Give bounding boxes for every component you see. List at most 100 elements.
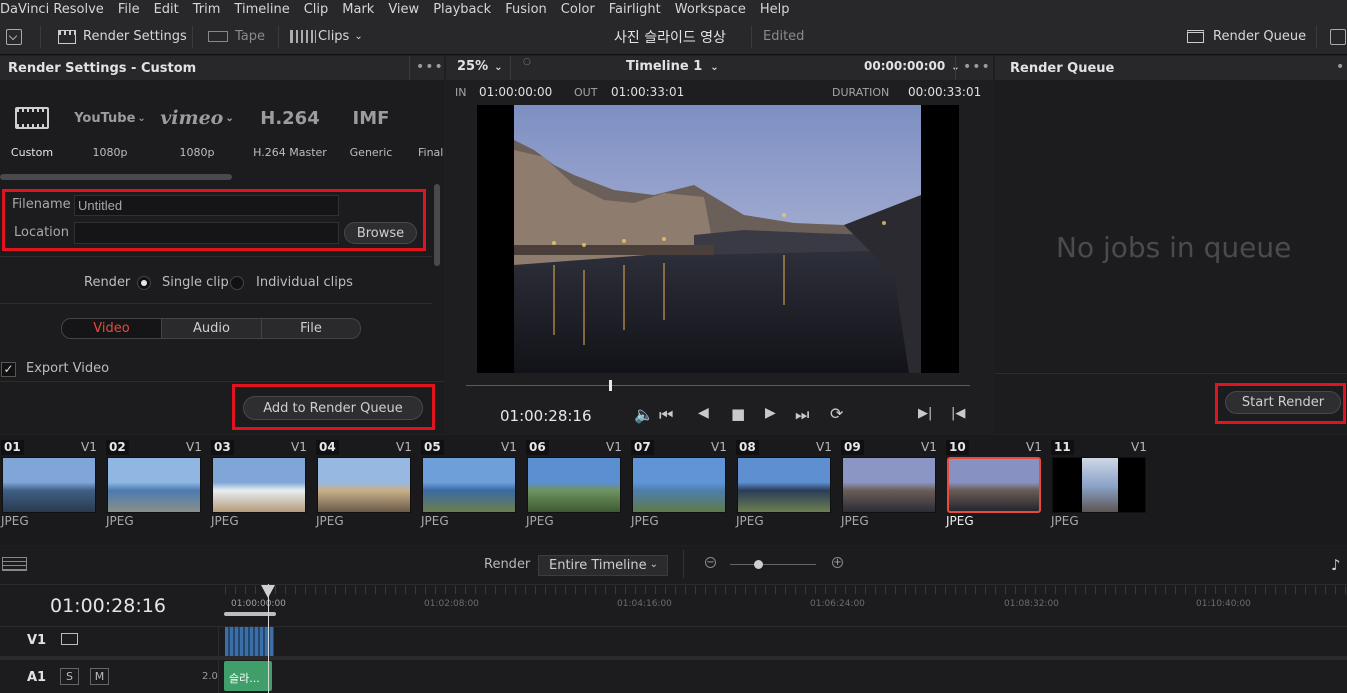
clip-thumbnail[interactable] (212, 457, 306, 513)
tab-audio[interactable]: Audio (161, 318, 262, 339)
timecode-dropdown[interactable]: 00:00:00:00⌄ (864, 59, 960, 73)
music-note-icon[interactable]: ♪ (1331, 556, 1341, 574)
duration-value: 00:00:33:01 (908, 85, 982, 99)
clip-thumbnail[interactable] (737, 457, 831, 513)
play-icon[interactable]: ▶ (765, 405, 776, 421)
timeline-playhead-handle[interactable] (261, 585, 275, 598)
mark-in-icon[interactable]: ▶| (918, 406, 932, 421)
checkmark-icon: ✓ (3, 362, 14, 376)
tab-file[interactable]: File (261, 318, 361, 339)
menu-trim[interactable]: Trim (193, 2, 221, 17)
zoom-slider[interactable] (730, 564, 816, 565)
tape-button[interactable]: Tape (208, 18, 265, 55)
panel-toggle-button[interactable] (6, 18, 22, 55)
preset-final[interactable]: Final (408, 100, 444, 159)
menu-edit[interactable]: Edit (154, 2, 179, 17)
clip-track-label: V1 (921, 440, 937, 454)
individual-clips-radio[interactable] (230, 276, 244, 290)
clips-button[interactable]: Clips ⌄ (290, 18, 363, 55)
zoom-dropdown[interactable]: 25% ⌄ (457, 59, 503, 74)
tape-label: Tape (235, 29, 266, 44)
loop-icon[interactable]: ⟳ (830, 404, 843, 423)
solo-button[interactable]: S (60, 668, 79, 685)
menu-fairlight[interactable]: Fairlight (609, 2, 661, 17)
audio-clip[interactable]: 슬라... (224, 661, 272, 691)
render-queue-toggle[interactable]: Render Queue (1187, 18, 1306, 55)
chevron-down-icon: ⌄ (649, 559, 658, 570)
settings-scrollbar[interactable] (434, 184, 440, 266)
preset-custom[interactable]: Custom (0, 100, 72, 159)
menu-app[interactable]: DaVinci Resolve (0, 2, 104, 17)
clip-number: 09 (841, 440, 864, 455)
clip-format: JPEG (841, 514, 869, 528)
preset-imf[interactable]: IMF Generic (331, 100, 411, 160)
right-panel-toggle[interactable] (1330, 18, 1346, 55)
clip-thumbnail[interactable] (527, 457, 621, 513)
queue-options-icon[interactable]: •• (1336, 59, 1347, 75)
clip-thumbnail[interactable] (2, 457, 96, 513)
timeline-ruler[interactable] (225, 586, 1347, 626)
timeline-dropdown[interactable]: Timeline 1 ⌄ (626, 59, 719, 74)
menu-file[interactable]: File (118, 2, 140, 17)
presets-scrollbar[interactable] (0, 174, 232, 180)
render-settings-button[interactable]: Render Settings (58, 18, 187, 55)
menu-workspace[interactable]: Workspace (675, 2, 746, 17)
menu-help[interactable]: Help (760, 2, 790, 17)
menu-view[interactable]: View (388, 2, 419, 17)
menu-timeline[interactable]: Timeline (234, 2, 289, 17)
menu-fusion[interactable]: Fusion (505, 2, 547, 17)
preset-vimeo[interactable]: vimeo ⌄ 1080p (157, 100, 237, 159)
monitor-icon[interactable] (61, 633, 78, 645)
zoom-slider-handle[interactable] (754, 560, 763, 569)
film-icon (0, 100, 72, 136)
vimeo-logo-text: vimeo (160, 107, 224, 129)
clips-icon (290, 30, 316, 43)
timeline-name: Timeline 1 (626, 59, 703, 74)
clip-track-label: V1 (606, 440, 622, 454)
clip-thumbnail[interactable] (1052, 457, 1146, 513)
skip-to-start-icon[interactable]: ⏮ (659, 405, 673, 425)
skip-to-end-icon[interactable]: ⏭ (795, 405, 809, 425)
play-reverse-icon[interactable]: ◀ (698, 405, 709, 421)
clip-thumbnail[interactable] (842, 457, 936, 513)
timeline-timecode: 01:00:28:16 (50, 595, 166, 617)
timeline-view-options-icon[interactable] (2, 557, 27, 571)
video-viewer[interactable] (477, 105, 959, 373)
timeline-playhead-line[interactable] (268, 584, 269, 693)
clip-format: JPEG (316, 514, 344, 528)
clip-number: 11 (1051, 440, 1074, 455)
menu-clip[interactable]: Clip (304, 2, 329, 17)
clip-format: JPEG (631, 514, 659, 528)
clip-thumbnail[interactable] (107, 457, 201, 513)
menu-mark[interactable]: Mark (342, 2, 374, 17)
export-video-checkbox[interactable]: ✓ (1, 362, 16, 377)
zoom-out-icon[interactable]: − (705, 557, 716, 568)
preset-h264[interactable]: H.264 H.264 Master (250, 100, 330, 160)
preset-youtube[interactable]: YouTube ⌄ 1080p (70, 100, 150, 160)
clip-thumbnail[interactable] (632, 457, 726, 513)
clip-number: 03 (211, 440, 234, 455)
clip-format: JPEG (106, 514, 134, 528)
video-clip-track[interactable] (225, 627, 274, 656)
zoom-in-icon[interactable]: + (832, 557, 843, 568)
ruler-label: 01:04:16:00 (617, 599, 672, 609)
clip-format: JPEG (526, 514, 554, 528)
mark-out-icon[interactable]: |◀ (951, 406, 965, 421)
render-range-dropdown[interactable]: Entire Timeline ⌄ (538, 555, 668, 576)
preset-label: Final (418, 146, 444, 159)
mute-button[interactable]: M (90, 668, 109, 685)
scrubber-track[interactable] (466, 385, 970, 386)
scrubber-playhead[interactable] (609, 380, 613, 391)
clip-thumbnail[interactable] (317, 457, 411, 513)
single-clip-radio[interactable] (137, 276, 151, 290)
render-settings-options-icon[interactable]: ••• (416, 59, 444, 75)
tab-video-label: Video (93, 321, 130, 336)
viewer-options-icon[interactable]: ••• (963, 59, 991, 75)
menu-playback[interactable]: Playback (433, 2, 491, 17)
tab-video[interactable]: Video (61, 318, 162, 339)
speaker-icon[interactable]: 🔈 (634, 405, 654, 424)
stop-icon[interactable]: ■ (731, 405, 745, 423)
clip-thumbnail[interactable] (422, 457, 516, 513)
clip-thumbnail[interactable] (947, 457, 1041, 513)
menu-color[interactable]: Color (561, 2, 595, 17)
